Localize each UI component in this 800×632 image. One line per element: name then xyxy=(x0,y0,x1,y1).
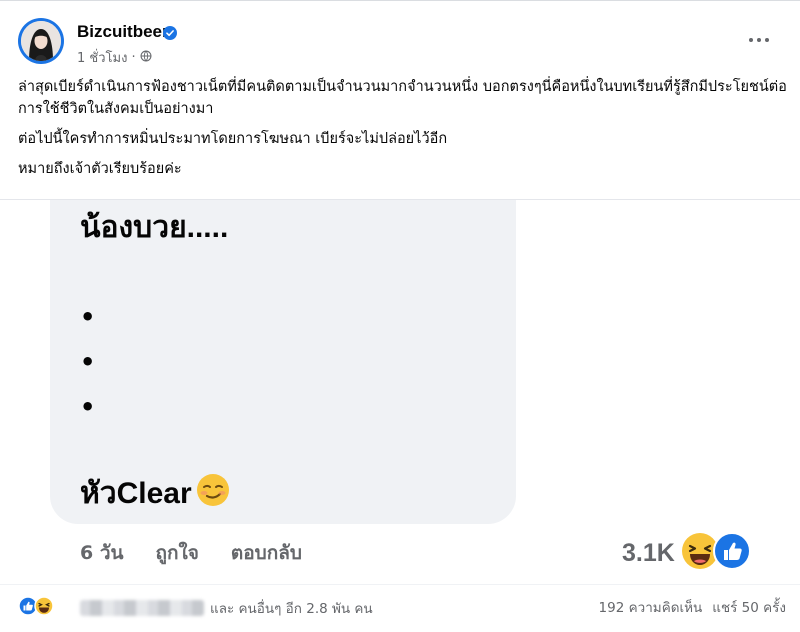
comment-reaction-count[interactable]: 3.1K xyxy=(622,532,751,574)
dot xyxy=(757,38,761,42)
caption-paragraph: ล่าสุดเบียร์ดำเนินการฟ้องชาวเน็ตที่มีคนต… xyxy=(18,79,787,117)
reaction-number: 3.1K xyxy=(622,538,675,567)
comments-count[interactable]: 192 ความคิดเห็น xyxy=(599,596,703,618)
avatar[interactable] xyxy=(18,18,64,64)
post-timestamp: 1 ชั่วโมง · xyxy=(77,47,152,68)
reply-link[interactable]: ตอบกลับ xyxy=(231,538,302,568)
shares-count[interactable]: แชร์ 50 ครั้ง xyxy=(712,596,786,618)
reaction-icons xyxy=(18,596,54,620)
comment-last-line: หัวClear xyxy=(80,477,192,510)
comment-text-title: น้องบวย..... xyxy=(80,211,229,244)
comment-time: 6 วัน xyxy=(80,542,124,564)
dot xyxy=(749,38,753,42)
comment-meta-row: 6 วัน ถูกใจ ตอบกลับ xyxy=(80,538,302,568)
comment-dot: • xyxy=(80,348,96,376)
facebook-post: Bizcuitbeer 1 ชั่วโมง · ล่าสุดเบียร์ดำเน… xyxy=(0,0,800,632)
globe-icon xyxy=(140,50,152,66)
smirk-emoji-icon xyxy=(196,473,230,515)
post-time-text[interactable]: 1 ชั่วโมง xyxy=(77,47,127,68)
haha-icon xyxy=(34,596,54,620)
blurred-names xyxy=(80,600,204,616)
reactions-others-text: และ คนอื่นๆ อีก 2.8 พัน คน xyxy=(210,601,373,617)
comment-text-last: หัวClear xyxy=(80,470,230,517)
more-options-button[interactable] xyxy=(742,30,776,50)
divider xyxy=(0,584,800,585)
caption-paragraph: ต่อไปนี้ใครทำการหมิ่นประมาทโดยการโฆษณา เ… xyxy=(18,131,448,147)
post-caption: ล่าสุดเบียร์ดำเนินการฟ้องชาวเน็ตที่มีคนต… xyxy=(18,76,788,188)
like-icon xyxy=(712,532,751,574)
caption-paragraph: หมายถึงเจ้าตัวเรียบร้อยค่ะ xyxy=(18,161,182,177)
author-name[interactable]: Bizcuitbeer xyxy=(77,22,169,42)
avatar-image xyxy=(21,21,61,61)
comment-dot: • xyxy=(80,393,96,421)
comment-dot: • xyxy=(80,303,96,331)
dot xyxy=(765,38,769,42)
engagement-summary: 192 ความคิดเห็น แชร์ 50 ครั้ง xyxy=(599,596,786,618)
divider xyxy=(0,0,800,1)
verified-badge-icon xyxy=(163,25,177,44)
reactions-summary[interactable]: และ คนอื่นๆ อีก 2.8 พัน คน xyxy=(18,596,373,620)
like-link[interactable]: ถูกใจ xyxy=(156,538,199,568)
separator-dot: · xyxy=(131,50,136,65)
